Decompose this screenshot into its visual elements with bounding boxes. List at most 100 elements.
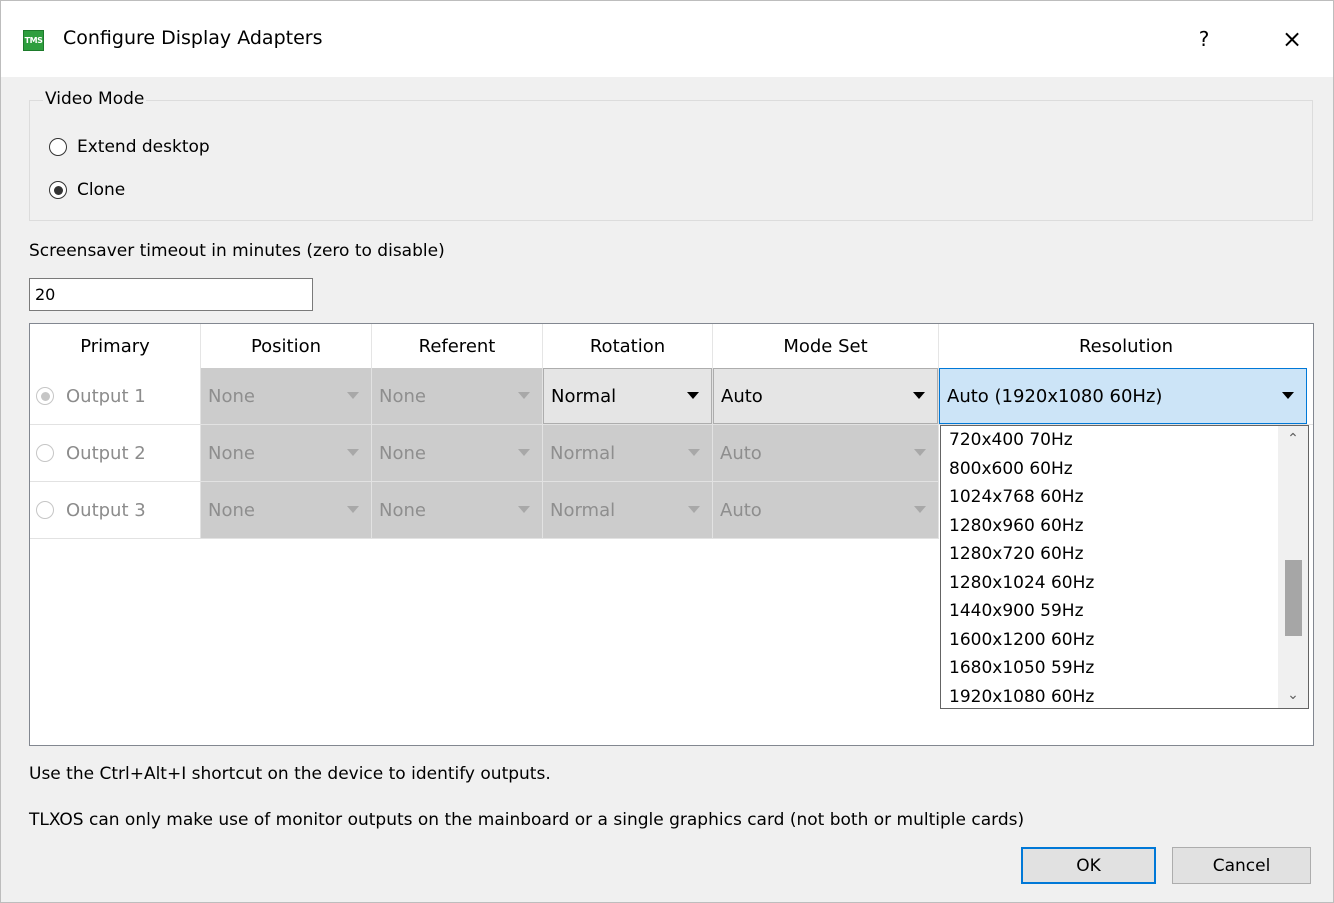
primary-output-2-radio[interactable] [36, 444, 54, 462]
output-3-mode-set-cell: Auto [713, 482, 939, 539]
extend-desktop-label: Extend desktop [77, 137, 210, 157]
list-item[interactable]: 1680x1050 59Hz [949, 654, 1269, 682]
output-2-label: Output 2 [66, 442, 146, 464]
output-3-position-cell: None [201, 482, 372, 539]
chevron-down-icon [913, 392, 925, 399]
extend-desktop-option[interactable]: Extend desktop [49, 137, 210, 157]
extend-desktop-radio[interactable] [49, 138, 67, 156]
output-2-rotation-cell: Normal [543, 425, 713, 482]
scroll-up-icon[interactable]: ⌃ [1278, 426, 1308, 452]
close-button[interactable]: × [1272, 19, 1312, 59]
scrollbar-thumb[interactable] [1285, 560, 1302, 637]
chevron-down-icon [347, 392, 359, 399]
clone-radio[interactable] [49, 181, 67, 199]
output-1-rotation-combo[interactable]: Normal [543, 368, 712, 424]
cancel-button[interactable]: Cancel [1172, 847, 1311, 884]
list-item[interactable]: 1024x768 60Hz [949, 483, 1269, 511]
output-2-rotation-combo[interactable]: Normal [543, 425, 712, 481]
output-3-rotation-combo[interactable]: Normal [543, 482, 712, 538]
output-2-position-value: None [208, 442, 255, 464]
chevron-down-icon [1282, 392, 1294, 399]
output-3-position-combo[interactable]: None [201, 482, 371, 538]
output-3-mode-set-value: Auto [720, 499, 762, 521]
graphics-card-limitation-note: TLXOS can only make use of monitor outpu… [29, 810, 1025, 830]
output-2-mode-set-cell: Auto [713, 425, 939, 482]
output-3-position-value: None [208, 499, 255, 521]
output-2-referent-value: None [379, 442, 426, 464]
output-1-resolution-combo[interactable]: Auto (1920x1080 60Hz) [939, 368, 1307, 424]
dropdown-scrollbar[interactable]: ⌃ ⌄ [1278, 426, 1308, 708]
identify-outputs-note: Use the Ctrl+Alt+I shortcut on the devic… [29, 764, 551, 784]
output-1-resolution-value: Auto (1920x1080 60Hz) [947, 385, 1163, 407]
chevron-down-icon [914, 506, 926, 513]
output-1-referent-combo[interactable]: None [372, 368, 542, 424]
output-3-mode-set-combo[interactable]: Auto [713, 482, 938, 538]
column-header-referent[interactable]: Referent [372, 324, 543, 368]
chevron-down-icon [687, 392, 699, 399]
list-item[interactable]: 1920x1080 60Hz [949, 683, 1269, 711]
output-1-position-value: None [208, 385, 255, 407]
list-item[interactable]: 1600x1200 60Hz [949, 626, 1269, 654]
output-1-mode-set-value: Auto [721, 385, 763, 407]
output-2-position-cell: None [201, 425, 372, 482]
ok-button[interactable]: OK [1021, 847, 1156, 884]
list-item[interactable]: 800x600 60Hz [949, 455, 1269, 483]
list-item[interactable]: 720x400 70Hz [949, 426, 1269, 454]
output-1-position-combo[interactable]: None [201, 368, 371, 424]
output-1-referent-value: None [379, 385, 426, 407]
screensaver-timeout-input[interactable] [29, 278, 313, 311]
scroll-down-icon[interactable]: ⌄ [1278, 682, 1308, 708]
output-1-mode-set-combo[interactable]: Auto [713, 368, 938, 424]
output-2-position-combo[interactable]: None [201, 425, 371, 481]
window-title: Configure Display Adapters [63, 27, 323, 49]
list-item[interactable]: 1280x960 60Hz [949, 512, 1269, 540]
primary-output-3-radio[interactable] [36, 501, 54, 519]
column-header-mode-set[interactable]: Mode Set [713, 324, 939, 368]
chevron-down-icon [914, 449, 926, 456]
chevron-down-icon [688, 506, 700, 513]
clone-label: Clone [77, 180, 126, 200]
output-1-resolution-cell: Auto (1920x1080 60Hz) [939, 368, 1313, 425]
output-2-referent-cell: None [372, 425, 543, 482]
output-1-referent-cell: None [372, 368, 543, 425]
output-1-mode-set-cell: Auto [713, 368, 939, 425]
output-2-rotation-value: Normal [550, 442, 616, 464]
output-1-position-cell: None [201, 368, 372, 425]
primary-output-1-radio[interactable] [36, 387, 54, 405]
output-1-rotation-cell: Normal [543, 368, 713, 425]
output-2-mode-set-value: Auto [720, 442, 762, 464]
output-3-referent-combo[interactable]: None [372, 482, 542, 538]
chevron-down-icon [347, 506, 359, 513]
title-bar: TMS Configure Display Adapters ? × [1, 1, 1333, 77]
resolution-dropdown-list[interactable]: 720x400 70Hz 800x600 60Hz 1024x768 60Hz 128… [940, 425, 1309, 709]
output-1-label: Output 1 [66, 385, 146, 407]
output-3-rotation-value: Normal [550, 499, 616, 521]
chevron-down-icon [688, 449, 700, 456]
column-header-rotation[interactable]: Rotation [543, 324, 713, 368]
chevron-down-icon [518, 449, 530, 456]
output-1-rotation-value: Normal [551, 385, 617, 407]
table-row[interactable]: Output 1 [30, 368, 201, 425]
clone-option[interactable]: Clone [49, 180, 125, 200]
column-header-resolution[interactable]: Resolution [939, 324, 1313, 368]
output-2-mode-set-combo[interactable]: Auto [713, 425, 938, 481]
table-row[interactable]: Output 2 [30, 425, 201, 482]
help-button[interactable]: ? [1184, 19, 1224, 59]
configure-display-adapters-dialog: TMS Configure Display Adapters ? × Video… [0, 0, 1334, 903]
list-item[interactable]: 1280x1024 60Hz [949, 569, 1269, 597]
screensaver-timeout-label: Screensaver timeout in minutes (zero to … [29, 241, 445, 261]
chevron-down-icon [518, 392, 530, 399]
output-3-referent-value: None [379, 499, 426, 521]
chevron-down-icon [347, 449, 359, 456]
list-item[interactable]: 1280x720 60Hz [949, 540, 1269, 568]
list-item[interactable]: 1440x900 59Hz [949, 597, 1269, 625]
column-header-position[interactable]: Position [201, 324, 372, 368]
output-3-rotation-cell: Normal [543, 482, 713, 539]
video-mode-group [29, 100, 1313, 221]
output-2-referent-combo[interactable]: None [372, 425, 542, 481]
table-row[interactable]: Output 3 [30, 482, 201, 539]
output-3-label: Output 3 [66, 499, 146, 521]
app-icon: TMS [23, 30, 44, 51]
output-3-referent-cell: None [372, 482, 543, 539]
column-header-primary[interactable]: Primary [30, 324, 201, 368]
